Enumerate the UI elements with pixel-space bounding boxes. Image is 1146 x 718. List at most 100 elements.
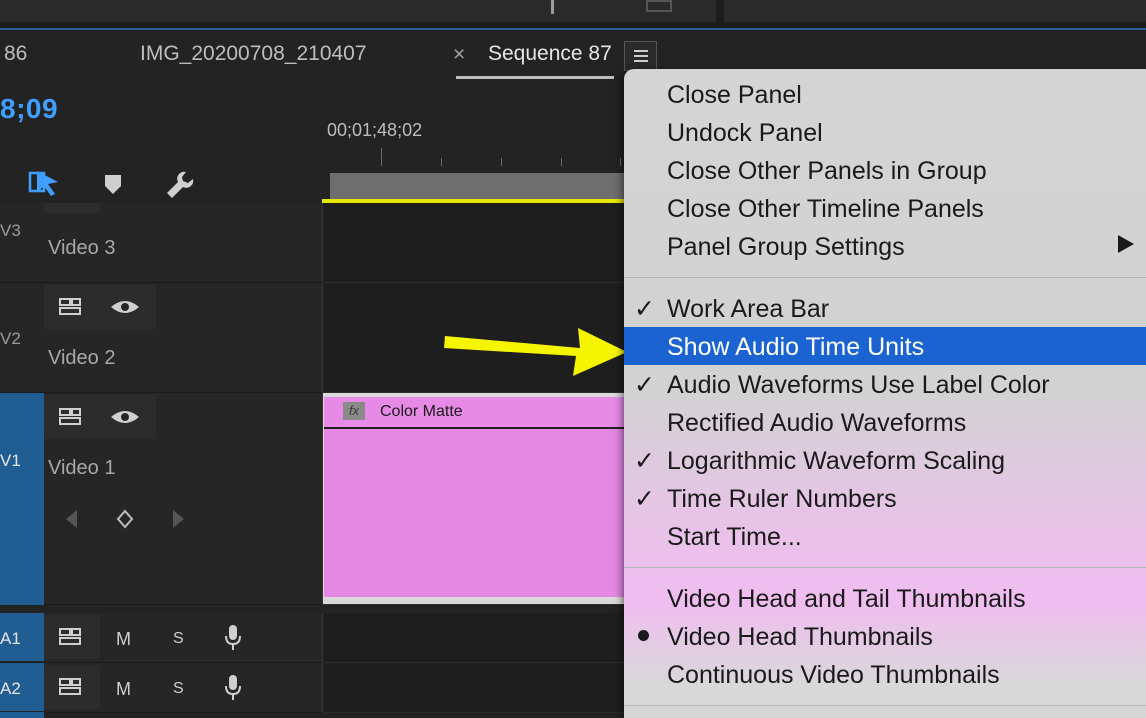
menu-item-label: Close Panel xyxy=(667,81,802,109)
menu-item-label: Close Other Panels in Group xyxy=(667,157,987,185)
next-keyframe-icon[interactable] xyxy=(172,509,186,529)
menu-item-close-other-timeline[interactable]: Close Other Timeline Panels xyxy=(624,189,1146,227)
annotation-arrow xyxy=(444,328,627,376)
eye-icon[interactable] xyxy=(110,298,140,316)
menu-item-head-thumbnails[interactable]: Video Head Thumbnails xyxy=(624,617,1146,655)
ruler-tick xyxy=(620,158,621,166)
track-id-label: A2 xyxy=(0,679,21,698)
sync-lock-icon[interactable] xyxy=(59,627,85,647)
hamburger-icon xyxy=(634,50,648,52)
toolbar-segment xyxy=(0,0,716,22)
panel-context-menu: Close Panel Undock Panel Close Other Pan… xyxy=(624,69,1146,718)
menu-item-show-audio-time-units[interactable]: Show Audio Time Units xyxy=(624,327,1146,365)
sync-lock-icon[interactable] xyxy=(59,407,85,427)
menu-item-logarithmic-scaling[interactable]: ✓ Logarithmic Waveform Scaling xyxy=(624,441,1146,479)
track-target-v1[interactable] xyxy=(0,393,44,605)
ruler-tick xyxy=(381,148,382,166)
hamburger-icon xyxy=(634,60,648,62)
menu-item-close-panel[interactable]: Close Panel xyxy=(624,75,1146,113)
menu-item-label: Close Other Timeline Panels xyxy=(667,195,984,223)
menu-item-label: Undock Panel xyxy=(667,119,823,147)
track-content-a1[interactable] xyxy=(322,613,632,663)
clip-name: Color Matte xyxy=(380,403,463,420)
check-icon: ✓ xyxy=(634,485,655,513)
menu-item-label: Rectified Audio Waveforms xyxy=(667,409,967,437)
microphone-icon[interactable] xyxy=(223,624,243,652)
track-header-a2: M S xyxy=(0,663,322,713)
track-content-v3[interactable] xyxy=(322,203,632,283)
top-toolbar xyxy=(0,0,1146,28)
menu-item-label: Video Head and Tail Thumbnails xyxy=(667,585,1026,613)
mute-button[interactable]: M xyxy=(116,629,131,650)
clip-bottom-edge xyxy=(324,597,630,603)
menu-item-audio-waveforms-label-color[interactable]: ✓ Audio Waveforms Use Label Color xyxy=(624,365,1146,403)
tab-close-icon[interactable]: × xyxy=(453,43,465,67)
menu-item-label: Start Time... xyxy=(667,523,802,551)
sync-lock-icon[interactable] xyxy=(59,297,85,317)
track-header-v2: V2 Video 2 xyxy=(0,283,322,393)
track-header-a1: A1 M S xyxy=(0,613,322,663)
prev-keyframe-icon[interactable] xyxy=(64,509,78,529)
sync-lock-icon[interactable] xyxy=(59,677,85,697)
solo-button[interactable]: S xyxy=(173,630,184,648)
menu-item-label: Work Area Bar xyxy=(667,295,830,323)
menu-item-start-time[interactable]: Start Time... xyxy=(624,517,1146,555)
check-icon: ✓ xyxy=(634,295,655,323)
menu-item-label: Continuous Video Thumbnails xyxy=(667,661,1000,689)
solo-button[interactable]: S xyxy=(173,680,184,698)
menu-item-label: Audio Waveforms Use Label Color xyxy=(667,371,1050,399)
ruler-tick xyxy=(441,158,442,166)
menu-item-work-area-bar[interactable]: ✓ Work Area Bar xyxy=(624,289,1146,327)
color-matte-clip[interactable]: fx Color Matte xyxy=(324,397,630,603)
marker-icon[interactable] xyxy=(104,174,122,196)
menu-item-head-tail-thumbnails[interactable]: Video Head and Tail Thumbnails xyxy=(624,579,1146,617)
menu-item-panel-group-settings[interactable]: Panel Group Settings xyxy=(624,227,1146,265)
track-name: Video 1 xyxy=(48,457,116,479)
ruler-time-label: 00;01;48;02 xyxy=(327,120,423,140)
track-header-v3: V3 Video 3 xyxy=(0,203,322,283)
track-name: Video 2 xyxy=(48,347,116,369)
submenu-arrow-icon xyxy=(1118,235,1134,253)
clip-header: fx Color Matte xyxy=(324,397,630,429)
menu-item-continuous-thumbnails[interactable]: Continuous Video Thumbnails xyxy=(624,655,1146,693)
menu-item-rectified-waveforms[interactable]: Rectified Audio Waveforms xyxy=(624,403,1146,441)
menu-item-label: Time Ruler Numbers xyxy=(667,485,897,513)
snap-icon[interactable] xyxy=(28,168,60,198)
tab-sequence-87[interactable]: Sequence 87 xyxy=(488,42,612,66)
menu-item-label: Logarithmic Waveform Scaling xyxy=(667,447,1006,475)
track-id: V3 xyxy=(0,221,21,240)
eye-icon[interactable] xyxy=(110,408,140,426)
ruler-tick xyxy=(561,158,562,166)
track-target-a3[interactable] xyxy=(0,712,44,718)
export-frame-icon[interactable] xyxy=(646,0,672,12)
menu-item-time-ruler-numbers[interactable]: ✓ Time Ruler Numbers xyxy=(624,479,1146,517)
menu-item-label: Video Head Thumbnails xyxy=(667,623,933,651)
radio-dot-icon xyxy=(638,630,649,641)
add-keyframe-icon[interactable] xyxy=(116,509,134,529)
wrench-icon[interactable] xyxy=(164,169,196,201)
hamburger-icon xyxy=(634,55,648,57)
playhead-timecode[interactable]: 8;09 xyxy=(0,93,58,125)
track-content-a2[interactable] xyxy=(322,663,632,713)
active-tab-indicator xyxy=(456,76,614,79)
tab-img-sequence[interactable]: IMG_20200708_210407 xyxy=(140,42,367,66)
ruler-tick xyxy=(501,158,502,166)
menu-item-label: Show Audio Time Units xyxy=(667,333,925,361)
toolbar-segment xyxy=(724,0,1146,22)
track-id-label: V1 xyxy=(0,451,21,470)
menu-item-label: Panel Group Settings xyxy=(667,233,905,261)
track-id: V2 xyxy=(0,329,21,348)
menu-item-undock-panel[interactable]: Undock Panel xyxy=(624,113,1146,151)
panel-menu-button[interactable] xyxy=(624,41,657,71)
check-icon: ✓ xyxy=(634,371,655,399)
fx-badge-icon[interactable]: fx xyxy=(343,402,365,420)
microphone-icon[interactable] xyxy=(223,674,243,702)
check-icon: ✓ xyxy=(634,447,655,475)
menu-separator xyxy=(624,277,1146,278)
menu-item-close-other-panels[interactable]: Close Other Panels in Group xyxy=(624,151,1146,189)
work-area-bar[interactable] xyxy=(330,173,630,201)
insert-tool-icon[interactable] xyxy=(551,0,554,14)
tab-partial[interactable]: 86 xyxy=(4,42,27,66)
menu-separator xyxy=(624,705,1146,706)
mute-button[interactable]: M xyxy=(116,679,131,700)
